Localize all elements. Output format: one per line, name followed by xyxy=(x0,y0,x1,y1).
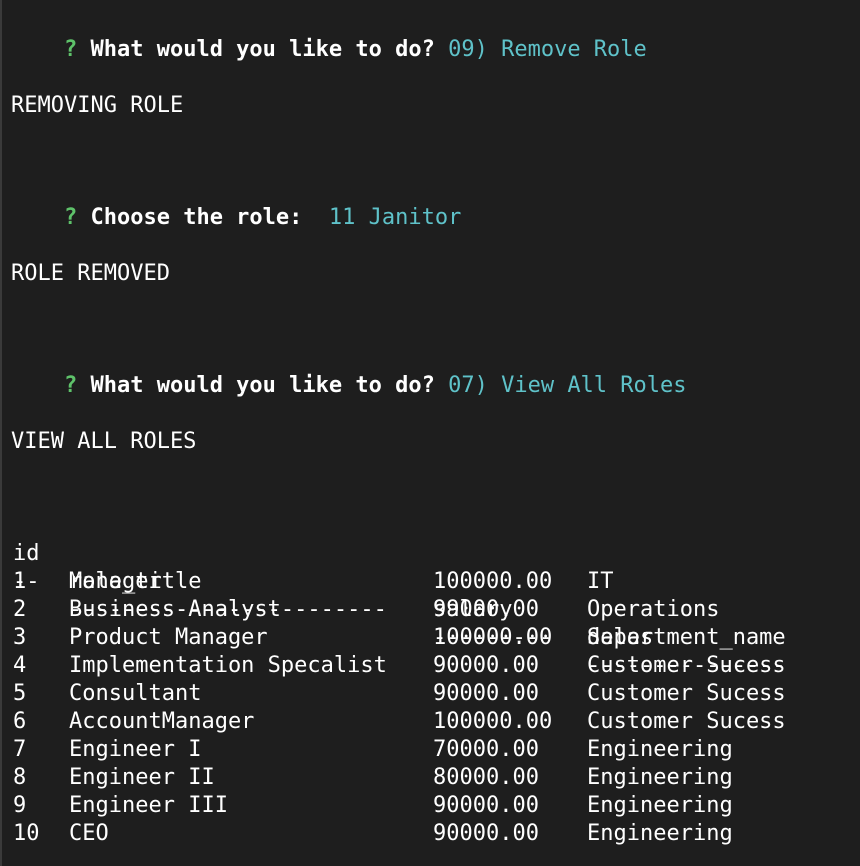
table-cell: Engineer II xyxy=(69,765,215,790)
table-cell: 1 xyxy=(13,569,27,594)
table-cell: Customer Sucess xyxy=(587,681,786,706)
table-cell: Operations xyxy=(587,597,720,622)
table-cell: 9 xyxy=(13,793,27,818)
table-row: 9 Engineer III 90000.00 Engineering xyxy=(13,792,853,820)
prompt-mark: ? xyxy=(63,205,78,230)
table-cell: 100000.00 xyxy=(433,625,553,650)
table-cell: Engineer III xyxy=(69,793,228,818)
prompt-answer: 11 Janitor xyxy=(328,205,462,230)
table-cell: 80000.00 xyxy=(433,765,539,790)
prompt-answer: 07) View All Roles xyxy=(448,373,687,398)
table-cell: 5 xyxy=(13,681,27,706)
table-cell: Engineering xyxy=(587,821,733,846)
table-cell: 90000.00 xyxy=(433,793,539,818)
status-text: VIEW ALL ROLES xyxy=(11,429,197,454)
table-cell: 99000.00 xyxy=(433,597,539,622)
table-cell: Customer Sucess xyxy=(587,653,786,678)
status-text: REMOVING ROLE xyxy=(11,93,184,118)
table-cell: CEO xyxy=(69,821,109,846)
table-cell: 3 xyxy=(13,625,27,650)
table-cell: Consultant xyxy=(69,681,202,706)
prompt-line: ? What would you like to do? 07) View Al… xyxy=(11,344,687,398)
table-cell: 2 xyxy=(13,597,27,622)
table-cell: Manager xyxy=(69,569,162,594)
table-cell: 10 xyxy=(13,821,40,846)
table-row: 7 Engineer I 70000.00 Engineering xyxy=(13,736,853,764)
terminal-window[interactable]: ? What would you like to do? 09) Remove … xyxy=(0,0,860,866)
table-cell: 90000.00 xyxy=(433,653,539,678)
table-cell: Product Manager xyxy=(69,625,268,650)
table-cell: 7 xyxy=(13,737,27,762)
prompt-question: Choose the role: xyxy=(90,205,316,230)
table-row: 8 Engineer II 80000.00 Engineering xyxy=(13,764,853,792)
table-cell: Engineering xyxy=(587,765,733,790)
table-cell: 100000.00 xyxy=(433,569,553,594)
table-cell: Implementation Specalist xyxy=(69,653,387,678)
table-separator-row: -- ------------------------ --------- --… xyxy=(13,540,853,678)
table-cell: 6 xyxy=(13,709,27,734)
table-cell: 70000.00 xyxy=(433,737,539,762)
prompt-question: What would you like to do? xyxy=(90,37,435,62)
table-cell: 90000.00 xyxy=(433,681,539,706)
table-cell: Engineering xyxy=(587,793,733,818)
prompt-line: ? What would you like to do? 09) Remove … xyxy=(11,8,647,62)
table-cell: 90000.00 xyxy=(433,821,539,846)
table-row: 10 CEO 90000.00 Engineering xyxy=(13,820,853,848)
status-text: ROLE REMOVED xyxy=(11,261,170,286)
table-cell: Sales xyxy=(587,625,654,650)
table-cell: Business Analyst xyxy=(69,597,281,622)
table-cell: AccountManager xyxy=(69,709,255,734)
table-cell: 100000.00 xyxy=(433,709,553,734)
table-row: 1 Manager 100000.00 IT xyxy=(13,568,853,596)
table-cell: 8 xyxy=(13,765,27,790)
table-row: 3 Product Manager 100000.00 Sales xyxy=(13,624,853,652)
table-row: 6 AccountManager 100000.00 Customer Sucess xyxy=(13,708,853,736)
table-cell: Customer Sucess xyxy=(587,709,786,734)
table-cell: 4 xyxy=(13,653,27,678)
table-cell: Engineering xyxy=(587,737,733,762)
prompt-question: What would you like to do? xyxy=(90,373,435,398)
table-row: 5 Consultant 90000.00 Customer Sucess xyxy=(13,680,853,708)
table-header-row: id role_title salary department_name xyxy=(13,512,853,650)
table-cell: Engineer I xyxy=(69,737,202,762)
table-cell: IT xyxy=(587,569,614,594)
table-row: 4 Implementation Specalist 90000.00 Custome… xyxy=(13,652,853,680)
prompt-answer: 09) Remove Role xyxy=(448,37,647,62)
table-row: 2 Business Analyst 99000.00 Operations xyxy=(13,596,853,624)
prompt-mark: ? xyxy=(63,37,78,62)
prompt-mark: ? xyxy=(63,373,78,398)
prompt-line: ? Choose the role: 11 Janitor xyxy=(11,176,461,230)
